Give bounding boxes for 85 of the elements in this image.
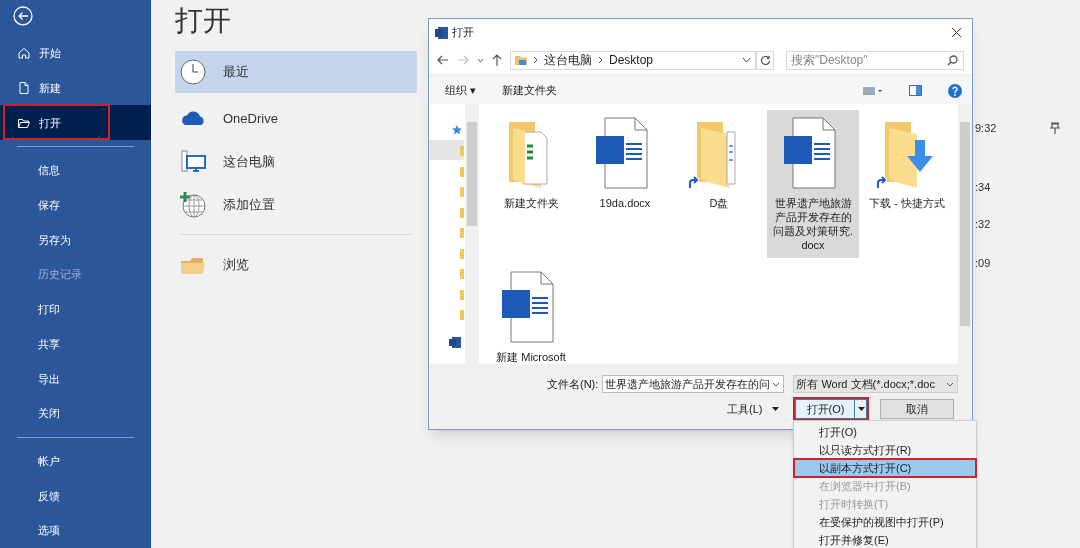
- filename-label: 文件名(N):: [547, 376, 599, 392]
- up-arrow-icon: [492, 54, 502, 66]
- globe-icon: [179, 190, 207, 219]
- chevron-icon: [533, 56, 538, 64]
- folder-icon: [460, 166, 464, 177]
- breadcrumb-item[interactable]: 这台电脑: [544, 51, 592, 69]
- scrollbar[interactable]: [958, 104, 972, 364]
- place-item[interactable]: 浏览: [175, 243, 417, 286]
- scrollbar[interactable]: [465, 104, 479, 364]
- menu-item[interactable]: 在受保护的视图中打开(P): [794, 513, 976, 531]
- star-icon: [452, 125, 462, 135]
- sidebar-item[interactable]: 开始: [0, 35, 151, 71]
- cancel-button[interactable]: 取消: [880, 399, 955, 419]
- folder-icon: [460, 269, 464, 279]
- caret-icon: [858, 407, 866, 411]
- sidebar-item[interactable]: 导出: [0, 361, 151, 397]
- sidebar-item[interactable]: 共享: [0, 326, 151, 362]
- menu-item[interactable]: 以只读方式打开(R): [794, 441, 976, 459]
- clock-icon: [179, 58, 207, 86]
- time-text: :32: [975, 217, 991, 232]
- view-icon: [863, 85, 883, 96]
- place-item[interactable]: 这台电脑: [175, 140, 417, 183]
- folder-icon: [460, 146, 464, 156]
- document-icon: [17, 81, 31, 96]
- search-field[interactable]: 搜索"Desktop": [786, 50, 964, 70]
- place-item[interactable]: 最近: [175, 51, 417, 93]
- refresh-button[interactable]: [756, 50, 774, 70]
- toolbar-button[interactable]: 新建文件夹: [502, 82, 558, 99]
- sidebar-item[interactable]: 打开: [0, 105, 151, 141]
- chevron-icon: [598, 56, 603, 64]
- sidebar-item[interactable]: 信息: [0, 153, 151, 188]
- caret-icon: [477, 57, 484, 63]
- sidebar-item[interactable]: 保存: [0, 187, 151, 223]
- close-icon: [951, 27, 962, 38]
- forward-arrow-icon: [457, 55, 469, 65]
- dialog-title: 打开: [452, 25, 475, 41]
- time-text: :34: [975, 180, 991, 195]
- file-item[interactable]: 19da.docx: [579, 110, 671, 258]
- folder-icon: [460, 310, 464, 320]
- preview-pane-icon: [909, 85, 922, 96]
- folder-icon: [515, 54, 527, 66]
- place-item[interactable]: OneDrive: [175, 97, 417, 140]
- folder-icon: [460, 228, 464, 238]
- search-icon: [947, 54, 958, 66]
- file-item[interactable]: 新建 Microsoft: [485, 264, 577, 364]
- menu-item[interactable]: 以副本方式打开(C): [794, 459, 976, 477]
- file-item[interactable]: 世界遗产地旅游产品开发存在的问题及对策研究.docx: [767, 110, 859, 258]
- help-icon: [948, 83, 962, 98]
- sidebar-item[interactable]: 关闭: [0, 396, 151, 431]
- breadcrumb-item[interactable]: Desktop: [609, 51, 654, 69]
- word-icon: [449, 337, 461, 348]
- toolbar-button[interactable]: 组织 ▾: [445, 82, 477, 99]
- folder-icon: [460, 289, 464, 300]
- caret-icon: [772, 381, 781, 387]
- sidebar-item[interactable]: 反馈: [0, 478, 151, 514]
- file-type-dropdown[interactable]: 所有 Word 文档(*.docx;*.doc: [793, 375, 959, 393]
- place-item[interactable]: 添加位置: [175, 183, 417, 226]
- filename-field[interactable]: 世界遗产地旅游产品开发存在的问: [602, 375, 785, 393]
- time-text: 9:32: [975, 121, 997, 136]
- folder-icon: [460, 248, 464, 259]
- sidebar-item[interactable]: 帐户: [0, 443, 151, 479]
- folder-icon: [460, 207, 464, 218]
- page-title: 打开: [175, 4, 231, 38]
- address-bar[interactable]: 这台电脑 Desktop: [510, 50, 756, 70]
- word-icon: [435, 26, 448, 39]
- menu-item[interactable]: 打开(O): [794, 423, 976, 441]
- file-item[interactable]: 新建文件夹: [485, 110, 577, 258]
- caret-icon: [742, 57, 751, 63]
- folder-icon: [460, 187, 464, 197]
- sidebar-item[interactable]: 打印: [0, 292, 151, 327]
- caret-icon: [772, 407, 780, 411]
- sidebar-item[interactable]: 选项: [0, 513, 151, 548]
- file-item[interactable]: 下载 - 快捷方式: [861, 110, 953, 258]
- sidebar-item[interactable]: 另存为: [0, 222, 151, 258]
- open-split-button[interactable]: 打开(O): [795, 399, 868, 419]
- back-icon[interactable]: [13, 6, 33, 26]
- file-item[interactable]: D盘: [673, 110, 765, 258]
- sidebar-item[interactable]: 新建: [0, 70, 151, 106]
- back-arrow-icon: [437, 55, 449, 65]
- home-icon: [17, 46, 31, 61]
- refresh-icon: [759, 54, 771, 66]
- menu-item[interactable]: 打开并修复(E): [794, 531, 976, 548]
- tools-button[interactable]: 工具(L): [727, 400, 780, 418]
- time-text: :09: [975, 256, 991, 271]
- caret-icon: [946, 381, 955, 387]
